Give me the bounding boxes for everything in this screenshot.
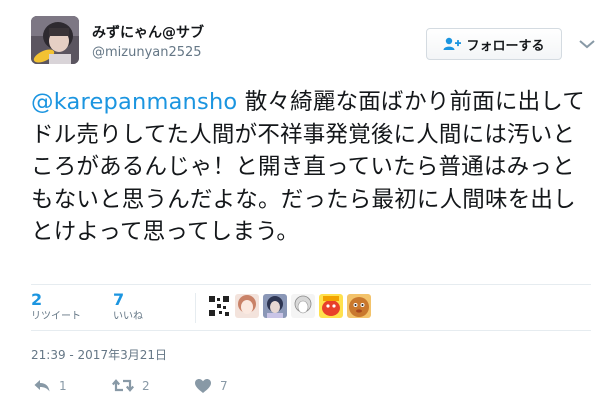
user-handle[interactable]: @mizunyan2525: [92, 45, 202, 60]
retweet-button[interactable]: 2: [112, 378, 150, 393]
like-label: いいね: [113, 311, 143, 322]
reply-icon: [33, 378, 51, 393]
retweet-icon: [112, 378, 134, 393]
like-count: 7: [113, 290, 125, 309]
reply-count: 1: [59, 378, 67, 393]
tweet-card: みずにゃん@サブ @mizunyan2525 フォローする @karepanma…: [0, 0, 615, 405]
like-stat[interactable]: 7 いいね: [113, 290, 143, 324]
liker-avatar[interactable]: [207, 294, 231, 318]
divider-top: [31, 284, 591, 285]
liker-avatars: [207, 294, 371, 318]
like-button[interactable]: 7: [194, 378, 228, 394]
tweet-text: @karepanmansho 散々綺麗な面ばかり前面に出してドル売りしてた人間が…: [31, 86, 591, 249]
tweet-timestamp[interactable]: 21:39 - 2017年3月21日: [31, 346, 167, 363]
follow-button[interactable]: フォローする: [426, 28, 562, 60]
liker-avatar[interactable]: [235, 294, 259, 318]
liker-avatar[interactable]: [291, 294, 315, 318]
like-action-count: 7: [220, 379, 228, 393]
liker-avatar[interactable]: [347, 294, 371, 318]
retweet-label: リツイート: [31, 311, 81, 322]
liker-avatar[interactable]: [319, 294, 343, 318]
mention-link[interactable]: @karepanmansho: [31, 89, 237, 115]
avatar[interactable]: [31, 16, 79, 64]
stat-separator: [195, 293, 196, 323]
follow-button-label: フォローする: [466, 38, 545, 54]
chevron-down-icon: [579, 40, 595, 49]
retweet-action-count: 2: [142, 378, 150, 393]
retweet-stat[interactable]: 2 リツイート: [31, 290, 81, 324]
reply-button[interactable]: 1: [33, 378, 67, 393]
add-user-icon: [443, 37, 462, 51]
liker-avatar[interactable]: [263, 294, 287, 318]
heart-icon: [194, 378, 212, 394]
display-name[interactable]: みずにゃん@サブ: [92, 22, 204, 42]
divider-bottom: [31, 330, 591, 331]
more-options-button[interactable]: [577, 36, 597, 52]
retweet-count: 2: [31, 290, 43, 309]
